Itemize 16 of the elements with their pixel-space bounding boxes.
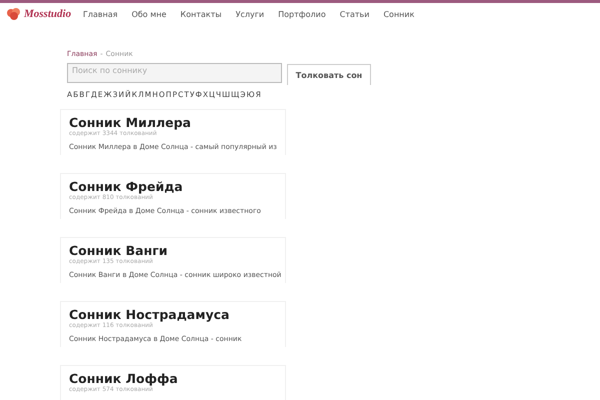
dream-book-title[interactable]: Сонник Миллера xyxy=(69,115,277,130)
search-field[interactable]: Поиск по соннику xyxy=(67,63,282,83)
logo-text[interactable]: Mosstudio xyxy=(24,8,72,20)
dream-book-title[interactable]: Сонник Нострадамуса xyxy=(69,307,277,322)
nav-link[interactable]: Сонник xyxy=(376,10,422,18)
nav-link[interactable]: Портфолио xyxy=(271,10,333,18)
interpret-button[interactable]: Толковать сон xyxy=(287,64,371,85)
nav-link[interactable]: Обо мне xyxy=(124,10,174,18)
nav-link[interactable]: Статьи xyxy=(332,10,376,18)
flower-icon xyxy=(6,7,22,21)
dream-book-title[interactable]: Сонник Фрейда xyxy=(69,179,277,194)
nav-link[interactable]: Контакты xyxy=(173,10,229,18)
dream-book-title[interactable]: Сонник Лоффа xyxy=(69,371,277,386)
nav-link[interactable]: Главная xyxy=(76,10,125,18)
nav-link[interactable]: Услуги xyxy=(228,10,272,18)
dream-book-title[interactable]: Сонник Ванги xyxy=(69,243,277,258)
